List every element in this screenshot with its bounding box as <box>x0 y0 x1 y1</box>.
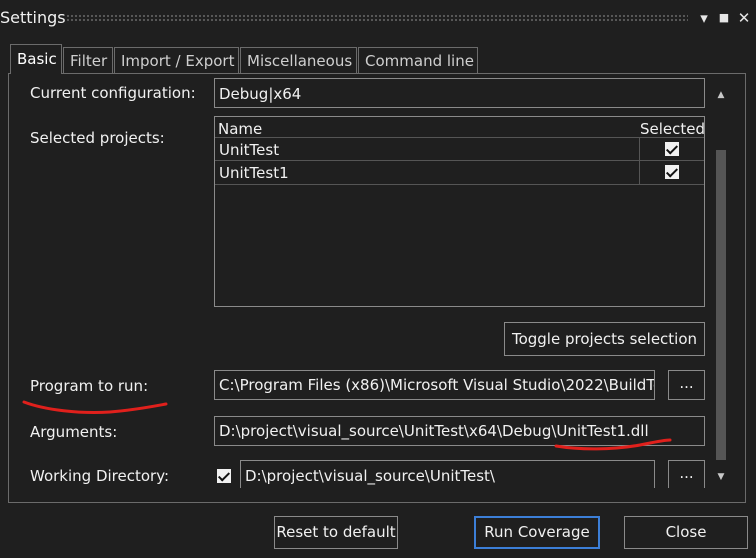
tab-filter[interactable]: Filter <box>63 47 113 73</box>
scrollbar-thumb[interactable] <box>716 150 726 460</box>
project-selected-checkbox[interactable] <box>665 142 679 156</box>
maximize-icon[interactable]: ■ <box>716 10 732 26</box>
working-directory-browse-button[interactable]: ... <box>668 460 705 488</box>
tab-miscellaneous[interactable]: Miscellaneous <box>240 47 357 73</box>
toggle-projects-selection-button[interactable]: Toggle projects selection <box>504 322 705 356</box>
program-browse-button[interactable]: ... <box>668 370 705 400</box>
current-configuration-field[interactable]: Debug|x64 <box>214 78 705 108</box>
tab-basic[interactable]: Basic <box>10 44 62 74</box>
cell-divider <box>639 138 640 162</box>
arguments-label: Arguments: <box>30 423 118 441</box>
title-bar[interactable]: Settings ▾ ■ ✕ <box>0 0 756 36</box>
working-directory-field[interactable]: D:\project\visual_source\UnitTest\ <box>240 460 655 488</box>
reset-to-default-button[interactable]: Reset to default <box>274 516 398 549</box>
current-configuration-label: Current configuration: <box>30 84 196 102</box>
table-row[interactable]: UnitTest1 <box>215 161 704 185</box>
project-name: UnitTest1 <box>219 164 289 182</box>
program-to-run-label: Program to run: <box>30 377 149 395</box>
selected-projects-label: Selected projects: <box>30 129 165 147</box>
tab-import-export[interactable]: Import / Export <box>114 47 239 73</box>
close-icon[interactable]: ✕ <box>736 10 752 26</box>
window-title: Settings <box>0 8 66 27</box>
program-to-run-field[interactable]: C:\Program Files (x86)\Microsoft Visual … <box>214 370 655 400</box>
column-header-selected[interactable]: Selected <box>640 119 704 139</box>
title-grip <box>66 14 688 23</box>
tab-command-line[interactable]: Command line <box>358 47 478 73</box>
run-coverage-button[interactable]: Run Coverage <box>474 516 600 549</box>
project-name: UnitTest <box>219 141 280 159</box>
arguments-field[interactable]: D:\project\visual_source\UnitTest\x64\De… <box>214 416 705 446</box>
scroll-up-icon[interactable]: ▲ <box>713 90 729 100</box>
scroll-down-icon[interactable]: ▼ <box>713 472 729 482</box>
project-selected-checkbox[interactable] <box>665 165 679 179</box>
projects-grid[interactable]: Name Selected UnitTest UnitTest1 <box>214 116 705 307</box>
window-menu-dropdown-icon[interactable]: ▾ <box>696 10 712 26</box>
column-header-name[interactable]: Name <box>218 119 262 139</box>
working-directory-label: Working Directory: <box>30 467 170 485</box>
close-button[interactable]: Close <box>624 516 748 549</box>
working-directory-checkbox[interactable] <box>217 469 231 483</box>
cell-divider <box>639 161 640 185</box>
table-row[interactable]: UnitTest <box>215 137 704 162</box>
